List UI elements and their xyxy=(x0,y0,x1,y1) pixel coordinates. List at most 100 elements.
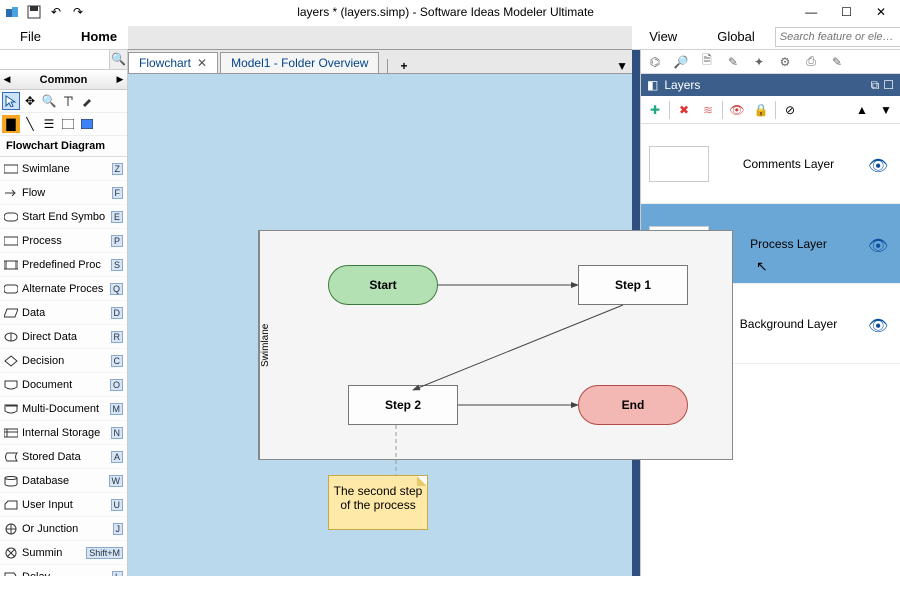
shape-sidebar: 🔍 ◀ Common ▶ ✥ 🔍 ▇ ╲ ☰ Flowchart Diagram… xyxy=(0,50,128,576)
styles-icon[interactable]: ✦ xyxy=(749,52,769,72)
pointer-tool-icon[interactable] xyxy=(2,92,20,110)
shape-item[interactable]: Internal StorageN xyxy=(0,421,127,445)
shape-label: Data xyxy=(22,307,107,319)
shape-shortcut: A xyxy=(111,451,123,463)
eye-icon[interactable]: 👁 xyxy=(868,316,892,332)
shape-item[interactable]: Or JunctionJ xyxy=(0,517,127,541)
undo-icon[interactable]: ↶ xyxy=(48,4,64,20)
menu-global[interactable]: Global xyxy=(697,25,775,48)
shape-item[interactable]: Database W xyxy=(0,469,127,493)
shape-label: Database xyxy=(22,475,105,487)
shape-shortcut: C xyxy=(111,355,124,367)
tab-close-icon[interactable]: ✕ xyxy=(197,56,207,70)
move-up-icon[interactable]: ▲ xyxy=(852,100,872,120)
save-icon[interactable] xyxy=(26,4,42,20)
visibility-icon[interactable]: 👁 xyxy=(727,100,747,120)
shape-item[interactable]: DataD xyxy=(0,301,127,325)
shape-item[interactable]: DelayL xyxy=(0,565,127,576)
shape-shortcut: R xyxy=(111,331,124,343)
shape-item[interactable]: Alternate ProcesQ xyxy=(0,277,127,301)
redo-icon[interactable]: ↷ xyxy=(70,4,86,20)
shape-label: Swimlane xyxy=(22,163,108,175)
chevron-right-icon[interactable]: ▶ xyxy=(113,74,127,85)
shape-item[interactable]: FlowF xyxy=(0,181,127,205)
text-tool-icon[interactable] xyxy=(59,92,77,110)
node-start[interactable]: Start xyxy=(328,265,438,305)
delete-layer-icon[interactable]: ✖ xyxy=(674,100,694,120)
move-tool-icon[interactable]: ✥ xyxy=(21,92,39,110)
shape-item[interactable]: Start End SymboE xyxy=(0,205,127,229)
diagram-canvas[interactable]: Swimlane Start Step 1 Step 2 End The sec… xyxy=(128,50,632,576)
find-icon[interactable]: 🔎 xyxy=(671,52,691,72)
shape-item[interactable]: DecisionC xyxy=(0,349,127,373)
shape-item[interactable]: Direct DataR xyxy=(0,325,127,349)
dropper-tool-icon[interactable] xyxy=(78,92,96,110)
shape-label: Process xyxy=(22,235,107,247)
window-title: layers * (layers.simp) - Software Ideas … xyxy=(86,5,805,19)
chevron-left-icon[interactable]: ◀ xyxy=(0,74,14,85)
layers-toolbar: ✚ ✖ ≋ 👁 🔒 ⊘ ▲ ▼ xyxy=(641,96,900,124)
shape-item[interactable]: Multi-DocumentM xyxy=(0,397,127,421)
add-layer-icon[interactable]: ✚ xyxy=(645,100,665,120)
category-label: Common xyxy=(14,74,113,86)
eye-icon[interactable]: 👁 xyxy=(868,156,892,172)
doc-icon[interactable]: 🗎 xyxy=(697,52,717,72)
tree-icon[interactable]: ⌬ xyxy=(645,52,665,72)
close-button[interactable]: ✕ xyxy=(876,5,886,19)
shape-item[interactable]: Predefined ProcS xyxy=(0,253,127,277)
shape-shortcut: O xyxy=(110,379,123,391)
minimize-button[interactable]: — xyxy=(805,5,817,19)
layer-name: Process Layer xyxy=(717,237,860,251)
comment-note[interactable]: The second step of the process xyxy=(328,475,428,530)
highlight-icon[interactable]: ✎ xyxy=(827,52,847,72)
shape-shortcut: W xyxy=(109,475,124,487)
line-icon[interactable]: ╲ xyxy=(21,115,39,133)
maximize-button[interactable]: ☐ xyxy=(841,5,852,19)
folder-icon[interactable]: ▇ xyxy=(2,115,20,133)
gear-icon[interactable]: ⚙ xyxy=(775,52,795,72)
pin-icon[interactable]: ⧉ xyxy=(871,78,880,93)
shape-shortcut: F xyxy=(112,187,124,199)
print-icon[interactable]: ⎙ xyxy=(801,52,821,72)
edit-icon[interactable]: ✎ xyxy=(723,52,743,72)
node-step2[interactable]: Step 2 xyxy=(348,385,458,425)
list-icon[interactable]: ☰ xyxy=(40,115,58,133)
lock-icon[interactable]: 🔒 xyxy=(751,100,771,120)
menu-home[interactable]: Home xyxy=(61,25,137,48)
merge-layer-icon[interactable]: ≋ xyxy=(698,100,718,120)
tab-flowchart[interactable]: Flowchart ✕ xyxy=(128,52,218,73)
shape-item[interactable]: DocumentO xyxy=(0,373,127,397)
eye-icon[interactable]: 👁 xyxy=(868,236,892,252)
tab-menu-icon[interactable]: ▼ xyxy=(616,59,628,73)
add-tab-icon[interactable]: + xyxy=(400,59,407,73)
shape-item[interactable]: SwimlaneZ xyxy=(0,157,127,181)
panel-close-icon[interactable]: ☐ xyxy=(883,78,894,93)
shape-icon xyxy=(4,307,18,319)
shape-item[interactable]: User InputU xyxy=(0,493,127,517)
shape-label: Or Junction xyxy=(22,523,109,535)
shape-icon xyxy=(4,499,18,511)
node-step1[interactable]: Step 1 xyxy=(578,265,688,305)
move-down-icon[interactable]: ▼ xyxy=(876,100,896,120)
layer-name: Background Layer xyxy=(717,317,860,331)
node-end[interactable]: End xyxy=(578,385,688,425)
block-icon[interactable]: ⊘ xyxy=(780,100,800,120)
category-header[interactable]: ◀ Common ▶ xyxy=(0,70,127,90)
fill-rect-icon[interactable] xyxy=(78,115,96,133)
layers-panel-header[interactable]: ◧ Layers ⧉☐ xyxy=(641,74,900,96)
shape-item[interactable]: SumminShift+M xyxy=(0,541,127,565)
document-tabs xyxy=(128,26,632,50)
layer-item[interactable]: Comments Layer👁 xyxy=(641,124,900,204)
quick-access-toolbar: ↶ ↷ xyxy=(4,4,86,20)
rect-icon[interactable] xyxy=(59,115,77,133)
tab-folder-overview[interactable]: Model1 - Folder Overview xyxy=(220,52,379,73)
shape-search-input[interactable] xyxy=(0,50,109,69)
shape-icon xyxy=(4,211,18,223)
menu-view[interactable]: View xyxy=(629,25,697,48)
zoom-tool-icon[interactable]: 🔍 xyxy=(40,92,58,110)
menu-file[interactable]: File xyxy=(0,25,61,48)
search-input[interactable] xyxy=(775,27,900,47)
shape-item[interactable]: Stored DataA xyxy=(0,445,127,469)
shape-item[interactable]: ProcessP xyxy=(0,229,127,253)
search-icon[interactable]: 🔍 xyxy=(109,50,127,69)
